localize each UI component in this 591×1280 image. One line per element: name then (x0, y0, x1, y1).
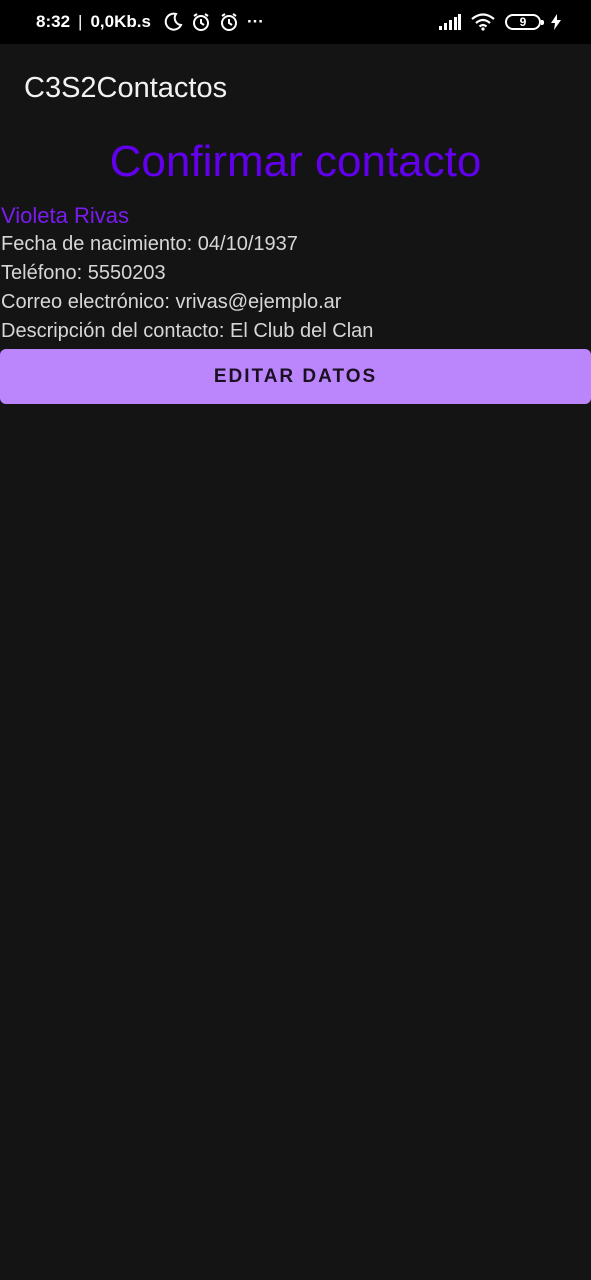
edit-data-button[interactable]: EDITAR DATOS (0, 349, 591, 404)
wifi-icon (471, 13, 495, 31)
contact-email: Correo electrónico: vrivas@ejemplo.ar (1, 291, 342, 313)
alarm-icon (192, 13, 209, 31)
network-speed: 0,0Kb.s (90, 12, 151, 31)
moon-icon (164, 12, 183, 31)
more-icon: ··· (246, 12, 264, 31)
separator: | (78, 12, 83, 31)
alarm-icon (220, 13, 237, 31)
app-bar: C3S2Contactos (0, 44, 591, 132)
contact-phone: Teléfono: 5550203 (1, 262, 166, 284)
charging-icon (551, 14, 561, 30)
status-right: 9 (439, 13, 561, 31)
battery-level: 9 (519, 15, 527, 29)
battery-icon: 9 (505, 14, 544, 30)
status-bar: 8:32 | 0,0Kb.s ··· 9 (0, 0, 591, 44)
status-icons: ··· (163, 12, 264, 32)
clock: 8:32 (36, 12, 71, 31)
contact-birth-date: Fecha de nacimiento: 04/10/1937 (1, 233, 298, 255)
contact-name: Violeta Rivas (1, 203, 129, 228)
confirm-contact-screen: Confirmar contacto Violeta Rivas Fecha d… (0, 132, 591, 404)
contact-description: Descripción del contacto: El Club del Cl… (1, 320, 374, 342)
app-title: C3S2Contactos (24, 71, 228, 104)
status-left: 8:32 | 0,0Kb.s ··· (36, 12, 264, 32)
signal-icon (439, 14, 461, 30)
page-title: Confirmar contacto (109, 137, 482, 186)
